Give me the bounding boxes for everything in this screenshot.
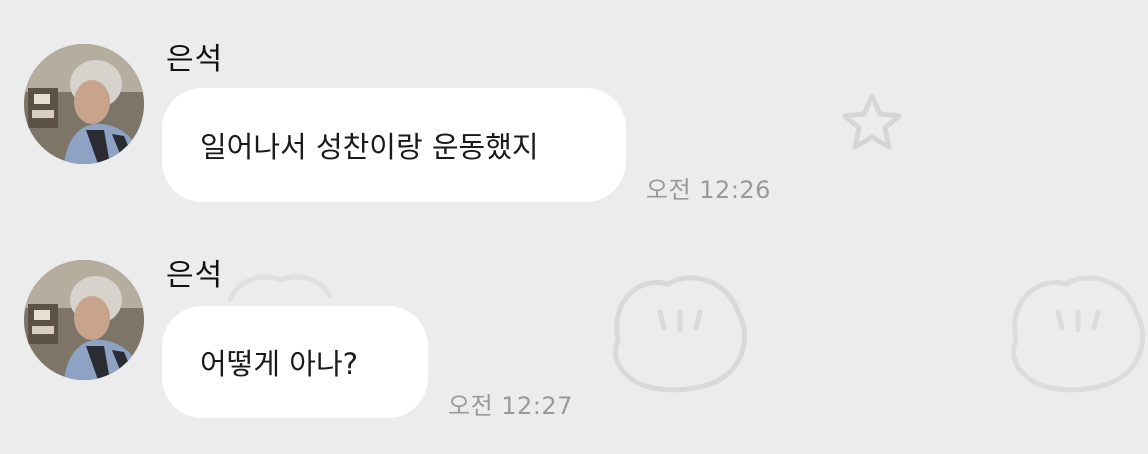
dumpling-icon — [613, 275, 747, 393]
message-timestamp: 오전 12:26 — [646, 176, 771, 204]
message-bubble[interactable]: 일어나서 성찬이랑 운동했지 — [162, 88, 626, 202]
avatar[interactable] — [24, 260, 144, 380]
sender-name: 은석 — [166, 258, 224, 293]
dumpling-icon — [227, 274, 333, 303]
message-bubble[interactable]: 어떻게 아나? — [162, 306, 428, 418]
message-text: 일어나서 성찬이랑 운동했지 — [200, 130, 539, 164]
sender-name: 은석 — [166, 42, 224, 77]
avatar-photo — [24, 260, 144, 380]
star-icon — [842, 93, 902, 150]
avatar-photo — [24, 44, 144, 164]
message-text: 어떻게 아나? — [200, 347, 359, 381]
message-timestamp: 오전 12:27 — [448, 392, 573, 420]
avatar[interactable] — [24, 44, 144, 164]
dumpling-icon — [1011, 275, 1145, 393]
